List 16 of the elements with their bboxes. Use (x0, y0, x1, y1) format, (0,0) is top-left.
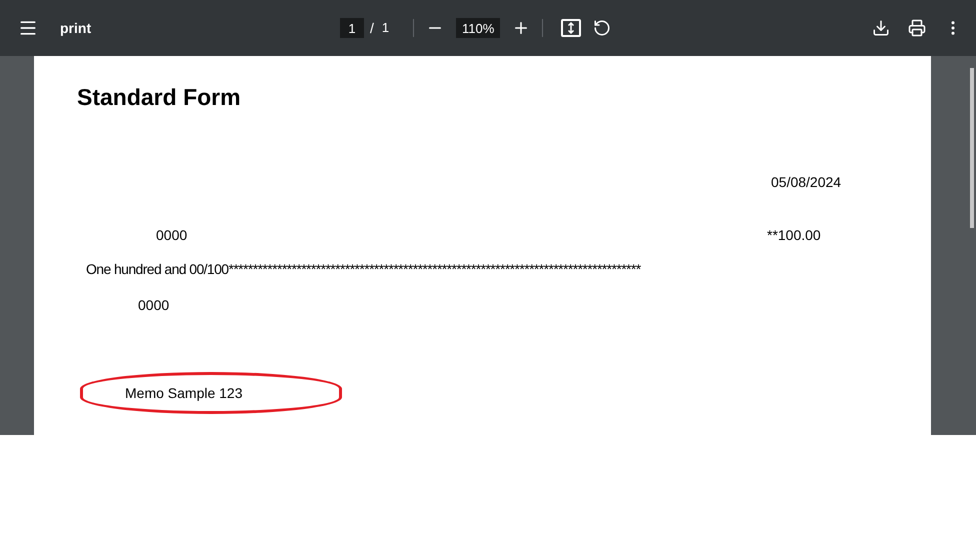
fit-page-icon[interactable] (561, 19, 582, 37)
page-total: 1 (382, 19, 390, 38)
page-number-field[interactable]: 1 (340, 18, 364, 38)
zoom-field[interactable]: 110% (456, 18, 500, 38)
download-icon[interactable] (872, 19, 890, 37)
amount-text: **100.00 (767, 226, 821, 245)
code-text: 0000 (156, 226, 188, 245)
print-icon[interactable] (908, 19, 926, 37)
page-heading: Standard Form (77, 83, 241, 112)
page-separator: / (370, 18, 374, 38)
code-text: 0000 (138, 296, 170, 315)
memo-text: Memo Sample 123 (125, 384, 243, 403)
date-text: 05/08/2024 (771, 173, 842, 192)
amount-words-text: One hundred and 00/100************************************************************************************* (86, 260, 641, 279)
rotate-icon[interactable] (593, 19, 612, 37)
document-title: print (60, 18, 92, 38)
